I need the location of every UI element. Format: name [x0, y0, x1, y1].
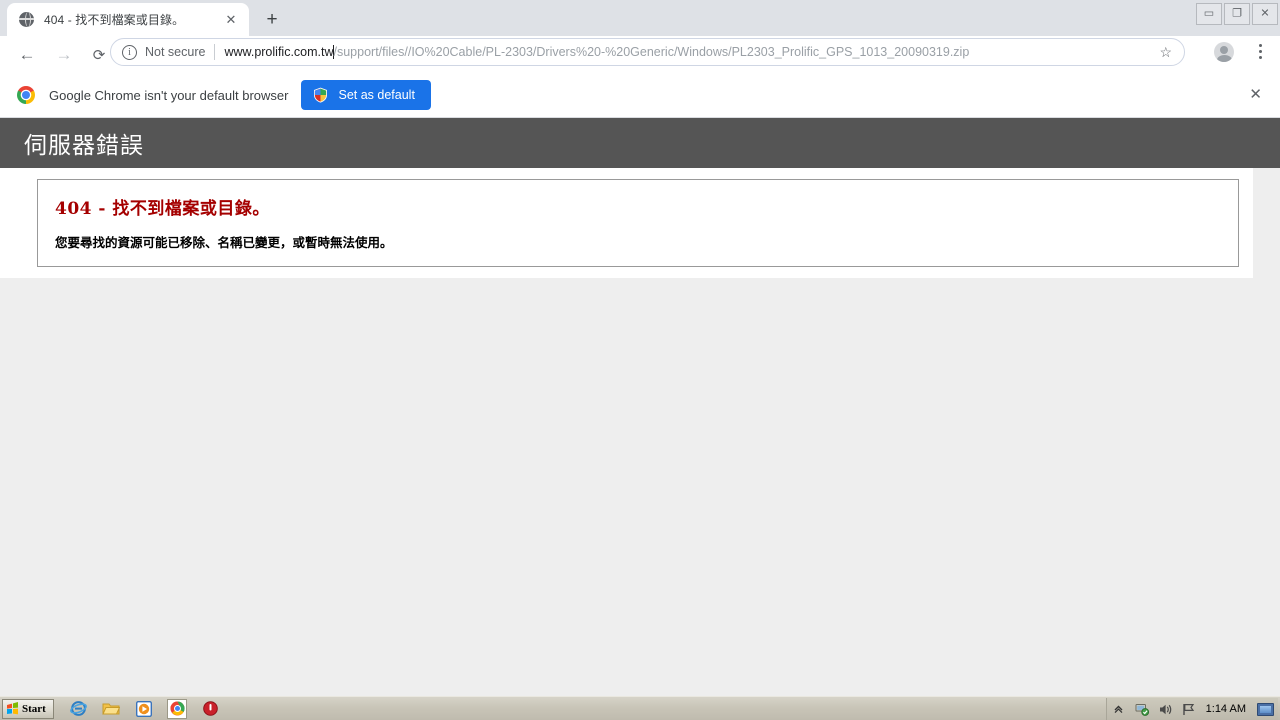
- web-page-content: 伺服器錯誤 404 - 找不到檔案或目錄。 您要尋找的資源可能已移除、名稱已變更…: [0, 118, 1280, 696]
- browser-tab[interactable]: 404 - 找不到檔案或目錄。 ✕: [7, 3, 249, 36]
- new-tab-button[interactable]: +: [258, 6, 286, 34]
- tab-favicon-globe-icon: [19, 11, 35, 28]
- windows-taskbar: Start 1:14 AM: [0, 696, 1280, 720]
- red-power-icon[interactable]: [200, 699, 220, 719]
- error-description: 您要尋找的資源可能已移除、名稱已變更，或暫時無法使用。: [55, 235, 393, 250]
- site-info-icon[interactable]: i: [122, 44, 137, 60]
- set-as-default-label: Set as default: [338, 88, 415, 102]
- url-text: www.prolific.com.tw/support/files//IO%20…: [224, 45, 969, 59]
- page-title: 伺服器錯誤: [24, 133, 144, 159]
- system-tray: 1:14 AM: [1105, 698, 1278, 720]
- error-card: 404 - 找不到檔案或目錄。 您要尋找的資源可能已移除、名稱已變更，或暫時無法…: [0, 168, 1253, 278]
- omnibox-divider: [214, 44, 216, 60]
- media-player-icon[interactable]: [134, 699, 154, 719]
- file-explorer-icon[interactable]: [101, 699, 121, 719]
- google-chrome-icon[interactable]: [167, 698, 187, 719]
- start-button-label: Start: [22, 702, 46, 715]
- shield-icon: [313, 87, 328, 103]
- address-bar[interactable]: i Not secure www.prolific.com.tw/support…: [110, 38, 1185, 66]
- volume-icon[interactable]: [1158, 702, 1173, 717]
- bookmark-star-icon[interactable]: ☆: [1159, 44, 1172, 61]
- reload-button-icon[interactable]: ⟳: [85, 41, 113, 69]
- tray-chevron-icon[interactable]: [1112, 702, 1127, 717]
- server-error-header: 伺服器錯誤: [0, 118, 1280, 168]
- internet-explorer-icon[interactable]: [68, 699, 88, 719]
- quick-launch-bar: [68, 698, 220, 719]
- chrome-menu-icon[interactable]: [1252, 41, 1268, 63]
- error-message-box: 404 - 找不到檔案或目錄。 您要尋找的資源可能已移除、名稱已變更，或暫時無法…: [37, 179, 1239, 267]
- error-title: 404 - 找不到檔案或目錄。: [55, 199, 270, 219]
- tab-close-icon[interactable]: ✕: [223, 12, 239, 28]
- browser-window: 404 - 找不到檔案或目錄。 ✕ + ▭ ❐ ✕ ← → ⟳ i Not se…: [0, 0, 1280, 720]
- tab-title: 404 - 找不到檔案或目錄。: [44, 13, 185, 27]
- default-browser-message: Google Chrome isn't your default browser: [49, 87, 289, 103]
- tab-strip: 404 - 找不到檔案或目錄。 ✕ + ▭ ❐ ✕: [0, 0, 1280, 36]
- back-button-icon[interactable]: ←: [13, 41, 41, 69]
- window-minimize-button[interactable]: ▭: [1196, 3, 1222, 25]
- url-host: www.prolific.com.tw: [224, 45, 334, 59]
- forward-button-icon[interactable]: →: [50, 41, 78, 69]
- show-desktop-icon[interactable]: [1257, 702, 1274, 716]
- default-browser-infobar: Google Chrome isn't your default browser…: [0, 73, 1280, 118]
- url-path: /support/files//IO%20Cable/PL-2303/Drive…: [333, 45, 970, 59]
- infobar-close-icon[interactable]: ✕: [1249, 87, 1262, 103]
- window-close-button[interactable]: ✕: [1252, 3, 1278, 25]
- profile-avatar-icon[interactable]: [1214, 42, 1234, 62]
- security-status-label: Not secure: [145, 45, 206, 59]
- windows-flag-icon: [6, 702, 19, 715]
- flag-icon[interactable]: [1181, 702, 1196, 717]
- start-button[interactable]: Start: [2, 698, 54, 719]
- taskbar-clock[interactable]: 1:14 AM: [1206, 703, 1246, 715]
- window-caption-buttons: ▭ ❐ ✕: [1196, 0, 1280, 28]
- set-as-default-button[interactable]: Set as default: [301, 80, 431, 110]
- network-icon[interactable]: [1135, 702, 1150, 717]
- chrome-logo-icon: [17, 86, 35, 104]
- window-restore-button[interactable]: ❐: [1224, 3, 1250, 25]
